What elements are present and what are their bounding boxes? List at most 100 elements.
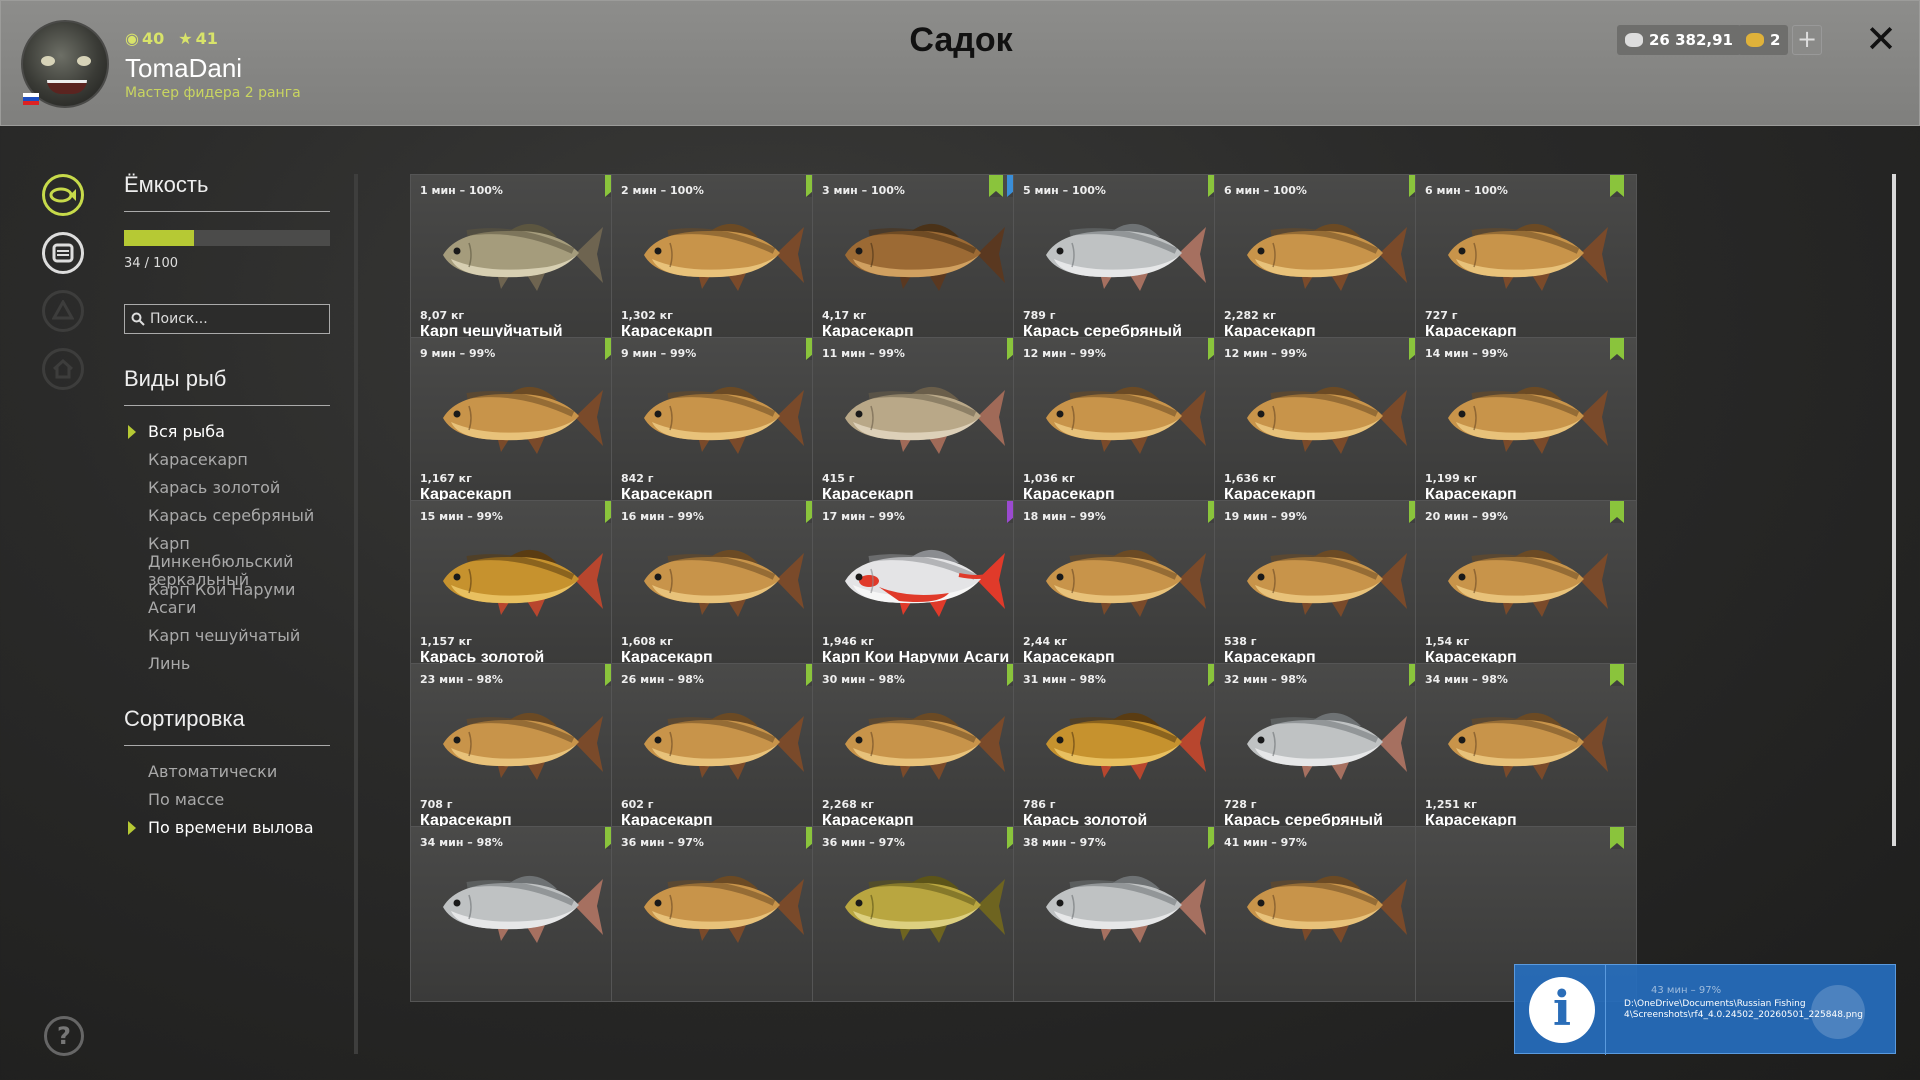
keepnet-icon[interactable] xyxy=(42,232,84,274)
fish-image xyxy=(1247,712,1407,780)
selected-arrow-icon xyxy=(128,425,136,439)
notification-faded-text: 43 мин – 97% xyxy=(1651,985,1722,996)
capacity-bar xyxy=(124,230,330,246)
fish-image xyxy=(1448,386,1608,454)
fish-weight: 4,17 кг xyxy=(822,309,867,322)
fish-card[interactable]: 18 мин – 99% 2,44 кг Карасекарп xyxy=(1013,500,1235,676)
species-filter-item[interactable]: Карась серебряный xyxy=(148,507,338,525)
catch-time: 11 мин – 99% xyxy=(822,347,905,360)
fish-card[interactable]: 11 мин – 99% 415 г Карасекарп xyxy=(812,337,1034,513)
fish-card[interactable]: 17 мин – 99% 1,946 кг Карп Кои Наруми Асаг… xyxy=(812,500,1034,676)
species-filter-item[interactable]: Карп чешуйчатый xyxy=(148,627,338,645)
fish-weight: 538 г xyxy=(1224,635,1257,648)
screenshot-notification[interactable]: i 43 мин – 97% D:\OneDrive\Documents\Rus… xyxy=(1514,964,1896,1055)
fish-card[interactable]: 31 мин – 98% 786 г Карась золотой xyxy=(1013,663,1235,839)
fish-weight: 2,282 кг xyxy=(1224,309,1276,322)
catch-time: 20 мин – 99% xyxy=(1425,510,1508,523)
fish-image xyxy=(1448,549,1608,617)
catch-time: 31 мин – 98% xyxy=(1023,673,1106,686)
help-button[interactable]: ? xyxy=(44,1016,84,1056)
silver-coin-icon xyxy=(1625,33,1643,47)
capacity-bar-fill xyxy=(124,230,195,246)
fish-card[interactable]: 36 мин – 97% xyxy=(611,826,833,1002)
fish-card[interactable]: 1 мин – 100% 8,07 кг Карп чешуйчатый xyxy=(410,174,632,350)
fish-card[interactable]: 12 мин – 99% 1,036 кг Карасекарп xyxy=(1013,337,1235,513)
species-filter-item[interactable]: Карась золотой xyxy=(148,479,338,497)
catch-time: 9 мин – 99% xyxy=(420,347,496,360)
fish-image xyxy=(443,549,603,617)
catch-time: 1 мин – 100% xyxy=(420,184,503,197)
fish-card[interactable]: 2 мин – 100% 1,302 кг Карасекарп xyxy=(611,174,833,350)
fish-card[interactable]: 14 мин – 99% 1,199 кг Карасекарп xyxy=(1415,337,1637,513)
green-bookmark-icon[interactable] xyxy=(1610,501,1624,523)
fish-card[interactable]: 32 мин – 98% 728 г Карась серебряный xyxy=(1214,663,1436,839)
fish-card[interactable]: 34 мин – 98% 1,251 кг Карасекарп xyxy=(1415,663,1637,839)
notification-action-icon[interactable] xyxy=(1811,985,1865,1039)
green-bookmark-icon[interactable] xyxy=(1610,175,1624,197)
fish-card[interactable]: 38 мин – 97% xyxy=(1013,826,1235,1002)
green-bookmark-icon[interactable] xyxy=(1610,338,1624,360)
catch-time: 23 мин – 98% xyxy=(420,673,503,686)
home-icon[interactable] xyxy=(42,348,84,390)
catch-time: 30 мин – 98% xyxy=(822,673,905,686)
fish-card[interactable]: 34 мин – 98% xyxy=(410,826,632,1002)
fish-weight: 786 г xyxy=(1023,798,1056,811)
fish-card[interactable]: 23 мин – 98% 708 г Карасекарп xyxy=(410,663,632,839)
fish-card[interactable]: 9 мин – 99% 842 г Карасекарп xyxy=(611,337,833,513)
green-bookmark-icon[interactable] xyxy=(989,175,1003,197)
catch-time: 14 мин – 99% xyxy=(1425,347,1508,360)
fish-card[interactable]: 20 мин – 99% 1,54 кг Карасекарп xyxy=(1415,500,1637,676)
species-filter-item[interactable]: Карасекарп xyxy=(148,451,338,469)
catch-time: 41 мин – 97% xyxy=(1224,836,1307,849)
fish-card[interactable]: 3 мин – 100% 4,17 кг Карасекарп xyxy=(812,174,1034,350)
close-button[interactable]: ✕ xyxy=(1863,19,1899,59)
fish-card[interactable]: 12 мин – 99% 1,636 кг Карасекарп xyxy=(1214,337,1436,513)
catch-time: 36 мин – 97% xyxy=(621,836,704,849)
catch-time: 16 мин – 99% xyxy=(621,510,704,523)
catch-time: 6 мин – 100% xyxy=(1425,184,1508,197)
fish-card[interactable]: 30 мин – 98% 2,268 кг Карасекарп xyxy=(812,663,1034,839)
sort-option-label: По массе xyxy=(148,790,225,809)
catch-time: 12 мин – 99% xyxy=(1224,347,1307,360)
fish-image xyxy=(1448,712,1608,780)
fish-card[interactable]: 9 мин – 99% 1,167 кг Карасекарп xyxy=(410,337,632,513)
fish-card[interactable]: 15 мин – 99% 1,157 кг Карась золотой xyxy=(410,500,632,676)
fish-card[interactable]: 5 мин – 100% 789 г Карась серебряный xyxy=(1013,174,1235,350)
species-filter-item[interactable]: Линь xyxy=(148,655,338,673)
fish-card[interactable]: 6 мин – 100% 727 г Карасекарп xyxy=(1415,174,1637,350)
species-filter-item-label: Карп Кои Наруми Асаги xyxy=(148,580,296,617)
green-bookmark-icon[interactable] xyxy=(1610,827,1624,849)
fish-card[interactable]: 36 мин – 97% xyxy=(812,826,1034,1002)
grid-scrollbar[interactable] xyxy=(1892,174,1896,846)
species-filter-item[interactable]: Карп Кои Наруми Асаги xyxy=(148,581,338,617)
species-filter-item[interactable]: Вся рыба xyxy=(128,423,338,441)
tackle-icon[interactable] xyxy=(42,290,84,332)
fish-image xyxy=(443,386,603,454)
fish-icon[interactable] xyxy=(42,174,84,216)
add-gold-button[interactable]: + xyxy=(1792,25,1822,55)
fish-card[interactable]: 26 мин – 98% 602 г Карасекарп xyxy=(611,663,833,839)
sort-option[interactable]: По времени вылова xyxy=(128,819,338,837)
divider xyxy=(1605,965,1606,1055)
catch-time: 26 мин – 98% xyxy=(621,673,704,686)
fish-weight: 1,302 кг xyxy=(621,309,673,322)
green-bookmark-icon[interactable] xyxy=(1610,664,1624,686)
capacity-text: 34 / 100 xyxy=(124,256,178,271)
player-rank: Мастер фидера 2 ранга xyxy=(125,85,301,101)
catch-time: 6 мин – 100% xyxy=(1224,184,1307,197)
fish-card[interactable]: 16 мин – 99% 1,608 кг Карасекарп xyxy=(611,500,833,676)
species-title: Виды рыб xyxy=(124,366,227,391)
fish-image xyxy=(845,549,1005,617)
sort-option[interactable]: По массе xyxy=(148,791,338,809)
fish-image xyxy=(1247,549,1407,617)
search-input[interactable]: Поиск... xyxy=(124,304,330,334)
fish-card[interactable]: 41 мин – 97% xyxy=(1214,826,1436,1002)
catch-time: 3 мин – 100% xyxy=(822,184,905,197)
search-icon xyxy=(131,312,145,326)
fish-card[interactable]: 19 мин – 99% 538 г Карасекарп xyxy=(1214,500,1436,676)
fish-card[interactable]: 6 мин – 100% 2,282 кг Карасекарп xyxy=(1214,174,1436,350)
fish-weight: 415 г xyxy=(822,472,855,485)
species-filter-item-label: Линь xyxy=(148,654,191,673)
fish-image xyxy=(1247,875,1407,943)
sort-option[interactable]: Автоматически xyxy=(148,763,338,781)
